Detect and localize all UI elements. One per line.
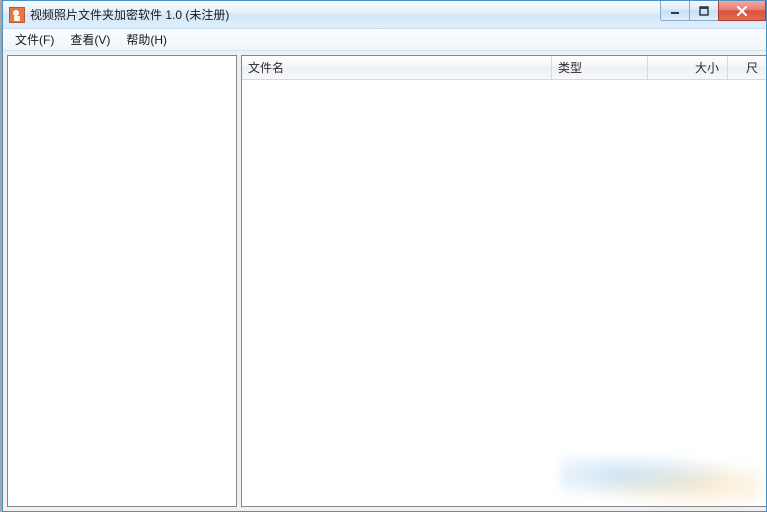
- lock-app-icon: [9, 7, 25, 23]
- column-size[interactable]: 大小: [648, 56, 728, 79]
- close-button[interactable]: [718, 1, 766, 21]
- list-header: 文件名 类型 大小 尺: [242, 56, 766, 80]
- list-body[interactable]: [242, 80, 766, 506]
- maximize-button[interactable]: [689, 1, 719, 21]
- titlebar[interactable]: 视频照片文件夹加密软件 1.0 (未注册): [3, 1, 766, 29]
- window-title: 视频照片文件夹加密软件 1.0 (未注册): [30, 6, 229, 23]
- app-window: 视频照片文件夹加密软件 1.0 (未注册) 文件(F) 查看(V): [2, 0, 767, 512]
- window-controls: [661, 1, 766, 21]
- list-pane: 文件名 类型 大小 尺: [241, 55, 766, 507]
- close-icon: [736, 6, 748, 16]
- column-filename[interactable]: 文件名: [242, 56, 552, 79]
- menubar: 文件(F) 查看(V) 帮助(H): [3, 29, 766, 51]
- menu-view[interactable]: 查看(V): [62, 29, 118, 50]
- minimize-icon: [670, 6, 680, 16]
- client-area: 文件名 类型 大小 尺: [3, 51, 766, 511]
- menu-help[interactable]: 帮助(H): [118, 29, 175, 50]
- column-type[interactable]: 类型: [552, 56, 648, 79]
- column-extra[interactable]: 尺: [728, 56, 766, 79]
- minimize-button[interactable]: [660, 1, 690, 21]
- maximize-icon: [699, 6, 709, 16]
- menu-file[interactable]: 文件(F): [7, 29, 62, 50]
- tree-pane[interactable]: [7, 55, 237, 507]
